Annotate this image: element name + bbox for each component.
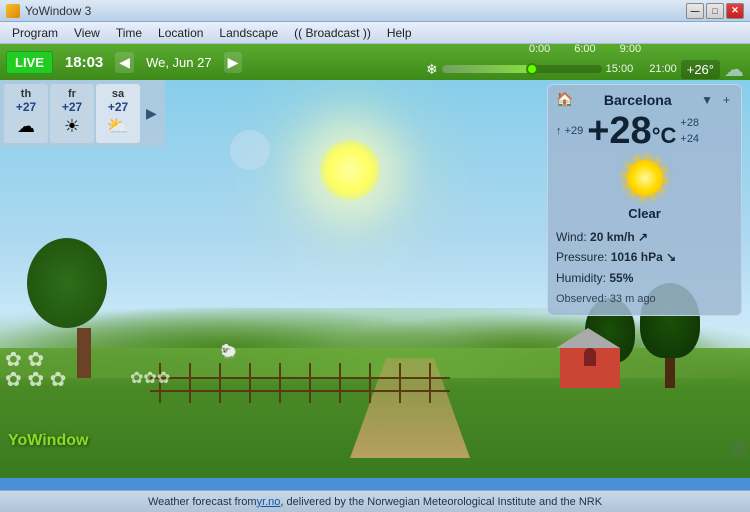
forecast-day-0: th +27 ☁ [4,84,48,143]
barn [560,338,620,388]
menu-program[interactable]: Program [4,24,66,42]
timeline-track[interactable] [442,65,602,73]
condition-text: Clear [556,206,733,221]
timeline-dot [526,63,538,75]
forecast-day-2: sa +27 ⛅ [96,84,140,143]
app-icon [6,4,20,18]
tree-trunk [77,328,91,378]
menu-broadcast[interactable]: (( Broadcast )) [286,24,379,42]
humidity-value: 55% [609,271,633,285]
temp-left-value: +29 [565,125,584,137]
temp-arrow-icon: ↑ [556,125,562,137]
logo-part1: Yo [8,432,27,449]
title-bar-left: YoWindow 3 [6,4,91,18]
time-display: 18:03 [59,52,109,73]
weather-panel: 🏠 Barcelona ▼ + ↑ +29 +28°C +28 +24 [547,84,742,316]
live-badge: LIVE [6,51,53,74]
temp-value: +28 [587,110,651,152]
close-button[interactable]: ✕ [726,3,744,19]
status-bar: Weather forecast from yr.no , delivered … [0,490,750,512]
menu-view[interactable]: View [66,24,108,42]
date-display: We, Jun 27 [140,53,218,72]
temp-range: +28 +24 [680,115,699,148]
city-name: Barcelona [604,92,672,108]
barn-body [560,348,620,388]
observed-value: 33 m ago [610,293,656,305]
window-title: YoWindow 3 [25,4,91,18]
temp-arrow-left: ↑ +29 [556,124,583,138]
moon [230,130,270,170]
home-icon: 🏠 [556,91,573,108]
left-tree [60,258,107,378]
fence [150,363,450,403]
timeline-label-4: 21:00 [649,63,677,75]
sun-weather-icon [627,160,663,196]
humidity-row: Humidity: 55% [556,268,733,288]
pressure-row: Pressure: 1016 hPa ↘ [556,247,733,267]
status-text-after: , delivered by the Norwegian Meteorologi… [280,496,602,508]
menu-time[interactable]: Time [108,24,150,42]
yowindow-logo: YoWindow [8,432,88,450]
toolbar: LIVE 18:03 ◀ We, Jun 27 ▶ 0:00 6:00 9:00… [0,44,750,80]
tree-crown [27,238,107,328]
panel-add-button[interactable]: + [720,93,733,107]
forecast-day-1: fr +27 ☀ [50,84,94,143]
temp-high: +28 [680,115,699,132]
menu-bar: Program View Time Location Landscape (( … [0,22,750,44]
observed-row: Observed: 33 m ago [556,290,733,309]
forecast-panel: th +27 ☁ fr +27 ☀ sa +27 ⛅ ▶ [0,80,165,147]
weather-main-row: ↑ +29 +28°C +28 +24 [556,112,733,150]
sheep: 🐑 [220,343,237,360]
temp-badge: +26° [681,60,720,79]
panel-controls[interactable]: ▼ + [698,93,733,107]
nav-prev-button[interactable]: ◀ [115,52,134,73]
resize-handle[interactable] [732,442,746,456]
minimize-button[interactable]: — [686,3,704,19]
wind-value: 20 km/h ↗ [590,230,648,244]
timeline-label-3: 15:00 [606,63,634,75]
weather-icon-area [556,154,733,202]
logo-part2: Window [27,432,88,449]
window-controls[interactable]: — □ ✕ [686,3,744,19]
observed-label: Observed: [556,293,607,305]
menu-landscape[interactable]: Landscape [211,24,286,42]
timeline-label-0: 0:00 [519,43,560,55]
wind-label: Wind: [556,230,587,244]
flowers-mid: ✿✿✿ [130,368,170,388]
temp-low: +24 [680,131,699,148]
wind-row: Wind: 20 km/h ↗ [556,227,733,247]
weather-panel-header: 🏠 Barcelona ▼ + [556,91,733,108]
pressure-value: 1016 hPa ↘ [611,250,676,264]
menu-location[interactable]: Location [150,24,211,42]
menu-help[interactable]: Help [379,24,420,42]
pressure-label: Pressure: [556,250,607,264]
title-bar: YoWindow 3 — □ ✕ [0,0,750,22]
sun [320,140,380,200]
timeline-label-1: 6:00 [560,43,609,55]
maximize-button[interactable]: □ [706,3,724,19]
forecast-next-icon[interactable]: ▶ [146,105,157,122]
temperature-display: +28°C [587,112,676,150]
timeline-label-2: 9:00 [610,43,651,55]
weather-details: Wind: 20 km/h ↗ Pressure: 1016 hPa ↘ Hum… [556,227,733,309]
status-link[interactable]: yr.no [257,496,281,508]
status-text-before: Weather forecast from [148,496,257,508]
forecast-nav[interactable]: ▶ [142,84,161,143]
main-scene: 🐑 ✿ ✿✿ ✿ ✿ ✿✿✿ th +27 ☁ fr +27 ☀ sa +27 … [0,80,750,478]
temp-unit: °C [652,123,677,148]
nav-next-button[interactable]: ▶ [224,52,243,73]
timeline-progress [442,65,530,73]
panel-dropdown-button[interactable]: ▼ [698,93,716,107]
flowers-left: ✿ ✿✿ ✿ ✿ [5,350,66,390]
humidity-label: Humidity: [556,271,606,285]
snowflake-icon: ❄ [426,61,438,78]
cloud-toolbar-icon: ☁ [724,57,744,82]
